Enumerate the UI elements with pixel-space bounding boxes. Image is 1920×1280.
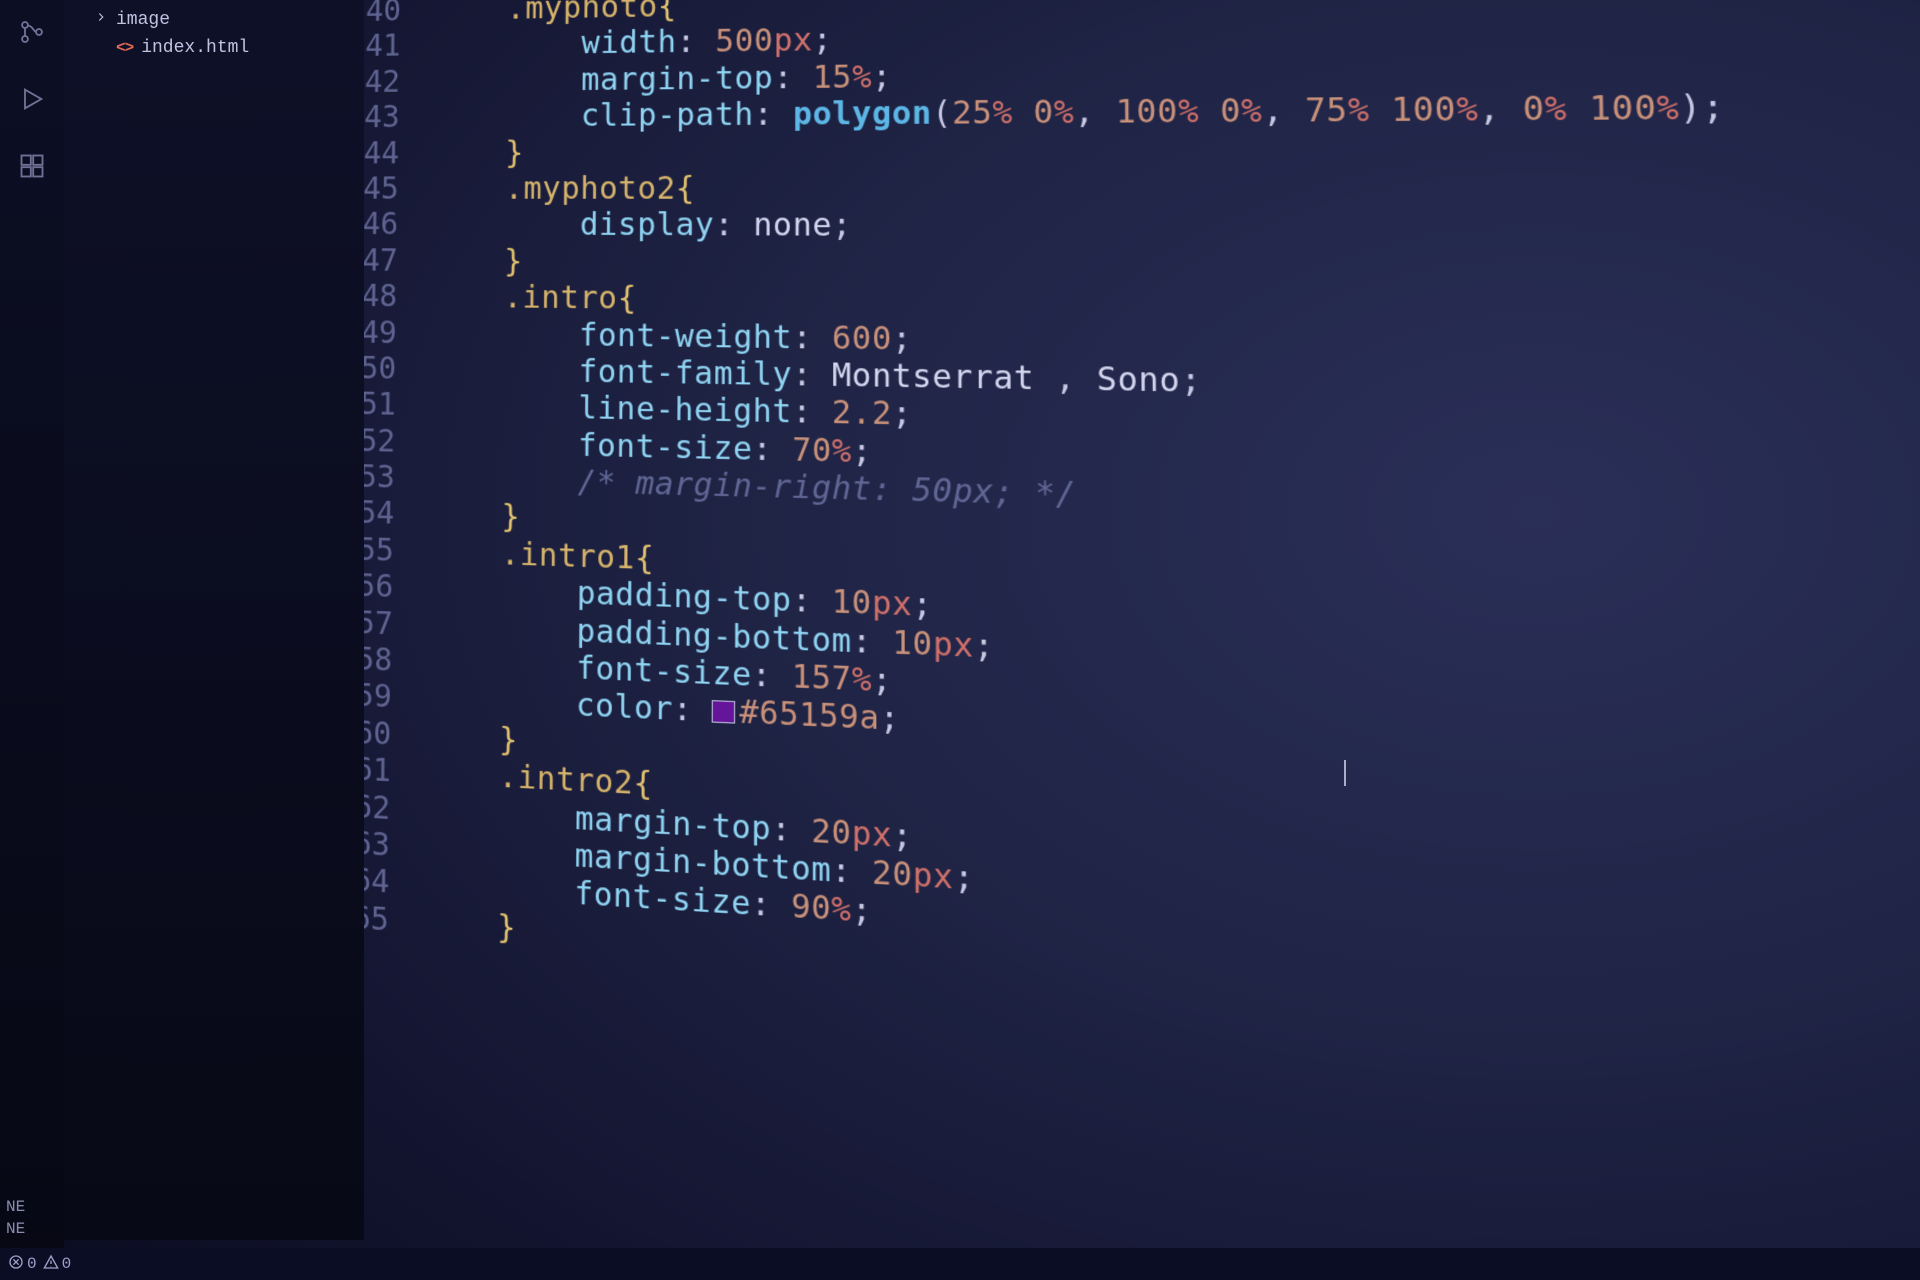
status-errors[interactable]: 0 <box>8 1254 37 1275</box>
folder-label: image <box>116 10 170 30</box>
color-swatch <box>712 700 735 724</box>
line-number: 41 <box>364 28 432 64</box>
status-warnings[interactable]: 0 <box>43 1254 72 1275</box>
line-number: 42 <box>364 64 432 100</box>
code-text[interactable]: } <box>429 243 523 280</box>
chevron-right-icon <box>94 10 108 30</box>
line-number: 50 <box>364 351 428 388</box>
file-explorer: image index.html <box>64 0 364 1240</box>
code-text[interactable]: .intro{ <box>429 279 637 317</box>
extensions-icon[interactable] <box>18 152 46 185</box>
html-file-icon <box>116 39 133 57</box>
line-number: 63 <box>364 825 422 866</box>
line-number: 48 <box>364 279 429 316</box>
code-line[interactable]: 45 .myphoto2{ <box>364 168 1727 208</box>
code-line[interactable]: 46 display: none; <box>364 207 1728 248</box>
line-number: 60 <box>364 715 424 755</box>
line-number: 53 <box>364 459 427 497</box>
code-line[interactable]: 44 } <box>364 129 1726 172</box>
line-number: 57 <box>364 605 425 644</box>
line-number: 58 <box>364 641 425 681</box>
warning-count: 0 <box>62 1255 72 1273</box>
line-number: 64 <box>364 862 422 903</box>
outline-section: NE NE <box>6 1196 25 1240</box>
line-number: 44 <box>364 135 431 171</box>
line-number: 46 <box>364 207 430 243</box>
file-label: index.html <box>141 38 249 58</box>
code-text[interactable]: display: none; <box>430 207 852 245</box>
code-text[interactable]: } <box>421 904 516 948</box>
status-bar: 0 0 <box>0 1248 1920 1280</box>
source-control-icon[interactable] <box>18 18 46 51</box>
line-number: 55 <box>364 532 426 571</box>
warning-icon <box>43 1254 59 1275</box>
line-number: 51 <box>364 387 428 425</box>
error-count: 0 <box>27 1255 37 1273</box>
folder-image[interactable]: image <box>64 6 364 34</box>
activity-bar <box>0 0 64 1280</box>
file-index-html[interactable]: index.html <box>64 34 364 62</box>
line-number: 61 <box>364 751 423 792</box>
code-text[interactable]: margin-top: 15%; <box>432 59 892 100</box>
code-editor[interactable]: 40 .myphoto{41 width: 500px;42 margin-to… <box>364 0 1920 1248</box>
text-cursor <box>1344 760 1346 786</box>
ne-marker: NE <box>6 1196 25 1218</box>
line-number: 56 <box>364 568 426 607</box>
line-number: 43 <box>364 100 432 136</box>
ne-marker: NE <box>6 1218 25 1240</box>
code-text[interactable]: width: 500px; <box>432 22 832 63</box>
line-number: 59 <box>364 678 424 718</box>
code-text[interactable]: .myphoto2{ <box>430 171 695 208</box>
line-number: 62 <box>364 788 423 829</box>
run-debug-icon[interactable] <box>18 85 46 118</box>
code-text[interactable]: } <box>423 718 518 760</box>
line-number: 47 <box>364 243 430 279</box>
code-text[interactable]: } <box>426 497 520 536</box>
error-icon <box>8 1254 24 1275</box>
line-number: 49 <box>364 315 429 352</box>
code-text[interactable]: } <box>431 135 524 171</box>
line-number: 54 <box>364 495 427 533</box>
line-number: 52 <box>364 423 427 461</box>
code-text[interactable]: .myphoto{ <box>432 0 677 28</box>
code-content[interactable]: 40 .myphoto{41 width: 500px;42 margin-to… <box>364 0 1747 1028</box>
line-number: 45 <box>364 171 431 207</box>
line-number: 40 <box>364 0 433 29</box>
line-number: 65 <box>364 899 421 941</box>
